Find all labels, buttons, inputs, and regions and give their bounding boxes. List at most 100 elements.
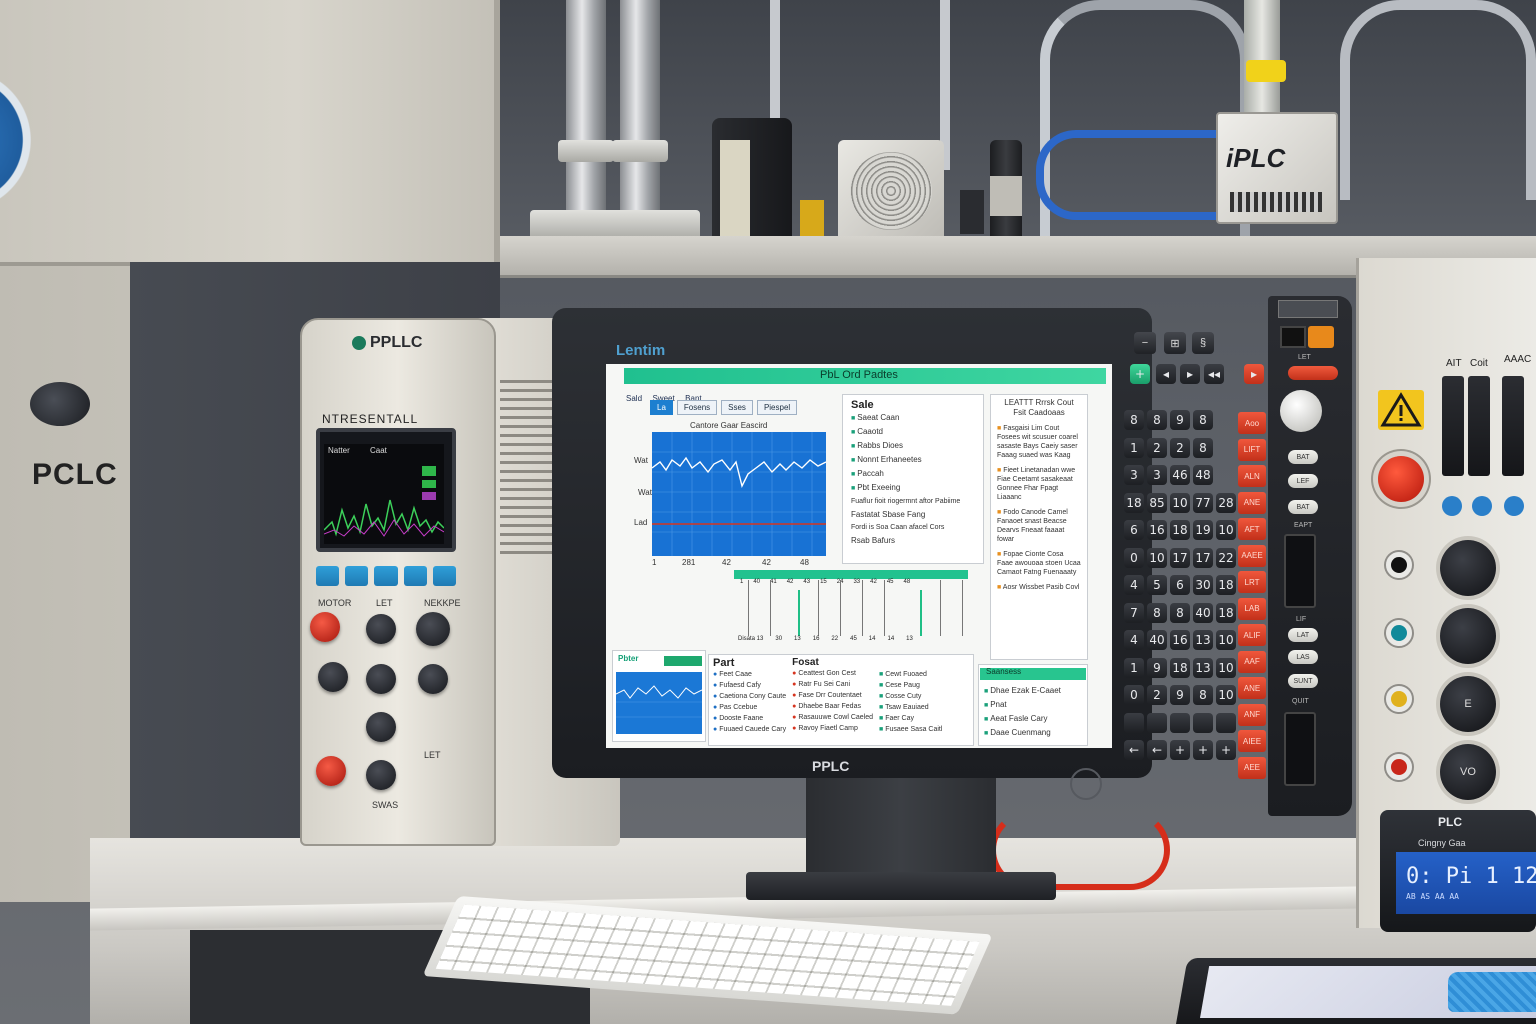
keypad-key[interactable]: 10	[1216, 630, 1236, 650]
keypad-top-key[interactable]: −	[1134, 332, 1156, 354]
plc-button-7[interactable]	[366, 712, 396, 742]
keypad-key[interactable]: 0	[1124, 547, 1144, 568]
plc-button-4[interactable]	[318, 662, 348, 692]
keypad-key[interactable]: 18	[1170, 520, 1190, 540]
keypad-key[interactable]: 13	[1193, 657, 1213, 678]
keypad-arrow-key[interactable]: ◂◂	[1204, 364, 1224, 384]
function-key[interactable]: LRT	[1238, 571, 1266, 593]
keypad-arrow-key[interactable]: +	[1130, 364, 1150, 384]
keypad-key[interactable]: 16	[1170, 630, 1190, 650]
keypad-key[interactable]	[1124, 712, 1144, 733]
plc-key-5[interactable]	[432, 566, 457, 586]
side-pill[interactable]: SUNT	[1288, 674, 1318, 688]
plc-red-button-2[interactable]	[316, 756, 346, 786]
keypad-arrow-key[interactable]: ▸	[1244, 364, 1264, 384]
side-pill-indicator[interactable]	[1288, 366, 1338, 380]
keypad-key[interactable]: 1	[1124, 437, 1144, 458]
keypad-key[interactable]: 9	[1147, 657, 1167, 678]
keypad-top-key[interactable]: §	[1192, 332, 1214, 354]
rotary-dial[interactable]	[1280, 390, 1322, 432]
side-pill[interactable]: BAT	[1288, 450, 1318, 464]
function-key[interactable]: ANE	[1238, 677, 1266, 699]
function-key[interactable]: AFT	[1238, 518, 1266, 540]
function-key[interactable]: ANF	[1238, 703, 1266, 726]
function-key[interactable]: ANE	[1238, 491, 1266, 514]
side-pill[interactable]: LAT	[1288, 628, 1318, 642]
keypad-key[interactable]	[1147, 712, 1167, 733]
circuit-breaker-1[interactable]	[1442, 376, 1464, 476]
keypad-key[interactable]: 9	[1170, 410, 1190, 430]
plc-button-3[interactable]	[416, 612, 450, 646]
plc-key-3[interactable]	[374, 566, 398, 586]
function-key[interactable]: AIEE	[1238, 730, 1266, 752]
keypad-key[interactable]: 19	[1193, 520, 1213, 540]
keypad-key[interactable]: 16	[1147, 520, 1167, 540]
toolbar-button-piespel[interactable]: Piespel	[756, 400, 798, 415]
rotary-knob-1[interactable]	[1440, 540, 1496, 596]
keypad-key[interactable]: 8	[1124, 410, 1144, 430]
function-key[interactable]: AAEE	[1238, 544, 1266, 567]
keypad-key[interactable]: 46	[1170, 465, 1190, 485]
function-key[interactable]: LIFT	[1238, 438, 1266, 461]
keypad-key[interactable]: 8	[1193, 437, 1213, 458]
keypad-key[interactable]: 3	[1124, 465, 1144, 485]
function-key[interactable]: Aoo	[1238, 412, 1266, 434]
keypad-key[interactable]: 10	[1216, 685, 1236, 705]
keypad-key[interactable]: 5	[1147, 575, 1167, 595]
plc-key-4[interactable]	[403, 566, 427, 586]
monitor-power-icon[interactable]	[1070, 768, 1102, 800]
keypad-key[interactable]: 8	[1193, 685, 1213, 705]
keypad-key[interactable]: 10	[1216, 520, 1236, 540]
side-pill[interactable]: LEF	[1288, 474, 1318, 488]
keypad-key[interactable]: 3	[1147, 465, 1167, 485]
plc-button-2[interactable]	[366, 614, 396, 644]
circuit-breaker-3[interactable]	[1502, 376, 1524, 476]
keypad-key[interactable]: 17	[1193, 547, 1213, 568]
keypad-key[interactable]: 28	[1216, 492, 1236, 513]
keypad-key[interactable]: 18	[1124, 492, 1144, 513]
keypad-key[interactable]: 6	[1124, 520, 1144, 540]
keypad-key[interactable]: 6	[1170, 575, 1190, 595]
cabinet-knob[interactable]	[30, 382, 90, 426]
keypad-key[interactable]: 40	[1193, 602, 1213, 623]
keypad-key[interactable]: +	[1170, 740, 1190, 760]
keypad-key[interactable]: +	[1193, 740, 1213, 760]
keypad-key[interactable]: 4	[1124, 630, 1144, 650]
keypad-key[interactable]: 17	[1170, 547, 1190, 568]
keypad-key[interactable]: 10	[1216, 657, 1236, 678]
keypad-key[interactable]: 13	[1193, 630, 1213, 650]
keypad-key[interactable]: 85	[1147, 492, 1167, 513]
keypad-key[interactable]: 8	[1193, 410, 1213, 430]
keypad-key[interactable]: +	[1216, 740, 1236, 760]
function-key[interactable]: AAF	[1238, 650, 1266, 673]
connector-jack-yellow[interactable]	[1386, 686, 1412, 712]
rotary-knob-4[interactable]: VO	[1440, 744, 1496, 800]
rotary-knob-2[interactable]	[1440, 608, 1496, 664]
keypad-key[interactable]: ←	[1147, 740, 1167, 760]
side-pill[interactable]: LAS	[1288, 650, 1318, 664]
keypad-key[interactable]: 7	[1124, 602, 1144, 623]
connector-jack-black[interactable]	[1386, 552, 1412, 578]
keypad-key[interactable]	[1170, 712, 1190, 733]
connector-jack-teal[interactable]	[1386, 620, 1412, 646]
keypad-key[interactable]: 10	[1147, 547, 1167, 568]
toolbar-button-la[interactable]: La	[650, 400, 673, 415]
rotary-knob-3[interactable]: E	[1440, 676, 1496, 732]
keypad-key[interactable]: 18	[1170, 657, 1190, 678]
keypad-key[interactable]: 30	[1193, 575, 1213, 595]
keypad-key[interactable]: 48	[1193, 465, 1213, 485]
keypad-key[interactable]: 2	[1147, 437, 1167, 458]
keypad-key[interactable]: 9	[1170, 685, 1190, 705]
keypad-key[interactable]	[1193, 712, 1213, 733]
connector-jack-red[interactable]	[1386, 754, 1412, 780]
keypad-key[interactable]: 10	[1170, 492, 1190, 513]
keypad-key[interactable]	[1216, 712, 1236, 733]
keypad-key[interactable]: 18	[1216, 602, 1236, 623]
plc-key-1[interactable]	[316, 566, 340, 586]
keypad-key[interactable]: 8	[1147, 602, 1167, 623]
plc-key-2[interactable]	[345, 566, 369, 586]
keypad-key[interactable]: 8	[1170, 602, 1190, 623]
keypad-arrow-key[interactable]: ▸	[1180, 364, 1200, 384]
toolbar-button-sses[interactable]: Sses	[721, 400, 753, 415]
keypad-key[interactable]: ←	[1124, 740, 1144, 760]
